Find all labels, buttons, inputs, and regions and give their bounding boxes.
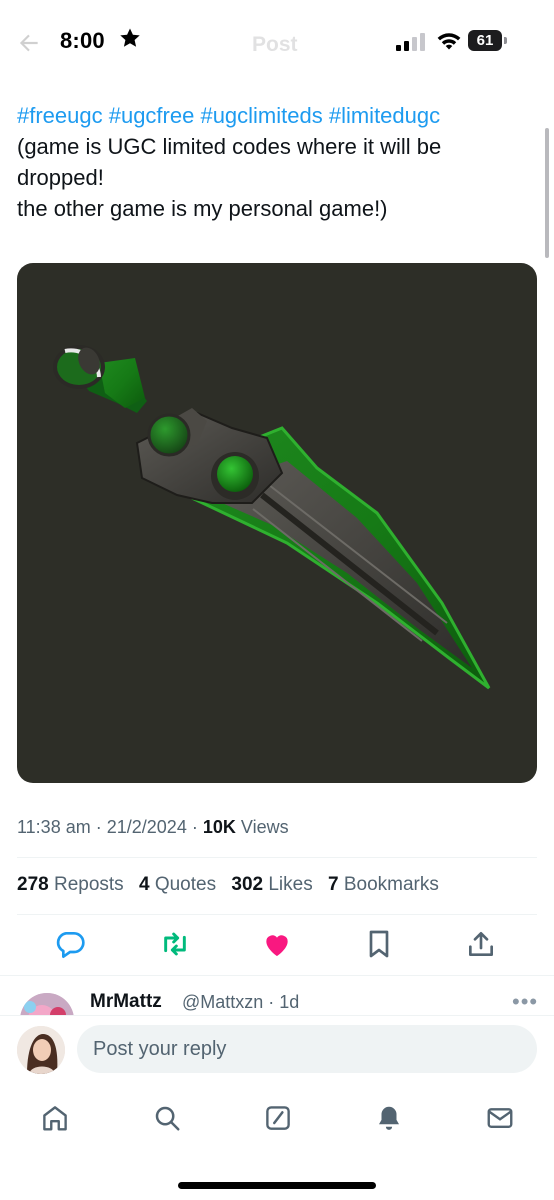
scrollbar[interactable] — [545, 128, 549, 258]
tweet-actions — [0, 928, 554, 964]
tweet-line: (game is UGC limited codes where it will… — [17, 134, 442, 159]
clock: 8:00 — [60, 28, 105, 53]
tweet-meta: 11:38 am · 21/2/2024 · 10K Views — [17, 817, 289, 838]
wifi-icon — [437, 33, 461, 50]
avatar[interactable] — [20, 993, 74, 1015]
home-icon[interactable] — [40, 1103, 70, 1133]
tweet-date: 21/2/2024 — [106, 817, 187, 837]
messages-icon[interactable] — [485, 1103, 515, 1133]
tweet-time: 11:38 am — [17, 817, 91, 837]
dagger-illustration — [53, 345, 491, 690]
divider — [17, 857, 537, 858]
status-bar: Post 8:00 61 — [0, 0, 554, 80]
like-icon[interactable] — [261, 928, 293, 960]
reply-input[interactable]: Post your reply — [77, 1025, 537, 1073]
star-icon — [120, 28, 140, 47]
tweet-text: #freeugc #ugcfree #ugclimiteds #limitedu… — [17, 100, 537, 224]
avatar[interactable] — [17, 1026, 65, 1074]
reply-icon[interactable] — [54, 928, 86, 960]
signal-icon — [396, 33, 425, 51]
tweet-line: dropped! — [17, 165, 104, 190]
reply-composer: Post your reply — [0, 1015, 554, 1081]
back-arrow-icon[interactable] — [16, 30, 42, 56]
views-count: 10K — [202, 817, 236, 837]
share-icon[interactable] — [465, 928, 497, 960]
grok-icon[interactable] — [263, 1103, 293, 1133]
search-icon[interactable] — [152, 1103, 182, 1133]
divider — [17, 914, 537, 915]
reply-item[interactable]: MrMattz @Mattxzn · 1d ••• — [0, 975, 554, 1015]
bottom-tab-bar — [0, 1081, 554, 1200]
battery-level: 61 — [476, 32, 494, 49]
battery-icon: 61 — [468, 30, 508, 51]
repost-icon[interactable] — [159, 928, 191, 960]
reply-author-name[interactable]: MrMattz — [90, 991, 162, 1013]
notifications-icon[interactable] — [374, 1103, 404, 1133]
views-label[interactable]: Views — [241, 817, 289, 837]
meta-separator: · — [95, 817, 102, 837]
meta-separator: · — [191, 817, 198, 837]
more-icon[interactable]: ••• — [512, 989, 538, 1015]
likes-stat[interactable]: 302 Likes — [231, 874, 312, 895]
engagement-stats: 278 Reposts 4 Quotes 302 Likes 7 Bookmar… — [17, 874, 449, 896]
quotes-stat[interactable]: 4 Quotes — [139, 874, 216, 895]
reposts-stat[interactable]: 278 Reposts — [17, 874, 124, 895]
home-indicator[interactable] — [178, 1182, 376, 1189]
tweet-hashtags[interactable]: #freeugc #ugcfree #ugclimiteds #limitedu… — [17, 100, 537, 131]
tweet-image[interactable] — [17, 263, 537, 783]
bookmark-icon[interactable] — [363, 928, 395, 960]
bookmarks-stat[interactable]: 7 Bookmarks — [328, 874, 439, 895]
tweet-line: the other game is my personal game!) — [17, 196, 388, 221]
page-title: Post — [252, 33, 298, 56]
reply-author-handle: @Mattxzn · 1d — [182, 992, 300, 1012]
